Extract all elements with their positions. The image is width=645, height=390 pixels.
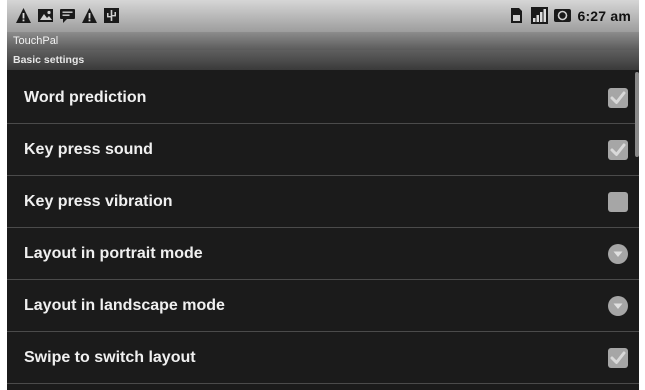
usb-icon bbox=[104, 8, 119, 23]
chevron-down-icon[interactable] bbox=[607, 243, 629, 265]
network-icon bbox=[554, 9, 572, 22]
system-icons: 6:27 am bbox=[508, 7, 631, 24]
settings-list: Word prediction Key press sound Key pres… bbox=[7, 72, 639, 384]
sim-icon bbox=[511, 8, 523, 23]
setting-label: Key press sound bbox=[24, 141, 153, 158]
setting-label: Word prediction bbox=[24, 89, 147, 106]
warning-icon bbox=[82, 8, 97, 23]
setting-label: Swipe to switch layout bbox=[24, 349, 196, 366]
image-icon bbox=[38, 9, 53, 22]
section-header: Basic settings bbox=[7, 50, 639, 70]
setting-label: Layout in portrait mode bbox=[24, 245, 203, 262]
setting-label: Key press vibration bbox=[24, 193, 173, 210]
setting-word-prediction[interactable]: Word prediction bbox=[7, 72, 639, 124]
screen: 6:27 am TouchPal Basic settings Word pre… bbox=[7, 0, 639, 390]
setting-swipe-switch-layout[interactable]: Swipe to switch layout bbox=[7, 332, 639, 384]
setting-layout-landscape[interactable]: Layout in landscape mode bbox=[7, 280, 639, 332]
setting-label: Layout in landscape mode bbox=[24, 297, 225, 314]
warning-icon bbox=[16, 8, 31, 23]
setting-layout-portrait[interactable]: Layout in portrait mode bbox=[7, 228, 639, 280]
status-bar: 6:27 am bbox=[7, 0, 639, 32]
message-icon bbox=[60, 9, 75, 23]
notification-icons bbox=[15, 7, 120, 24]
clock: 6:27 am bbox=[577, 7, 631, 24]
checkbox-checked[interactable] bbox=[607, 87, 629, 109]
signal-icon bbox=[531, 7, 549, 24]
setting-key-press-vibration[interactable]: Key press vibration bbox=[7, 176, 639, 228]
chevron-down-icon[interactable] bbox=[607, 295, 629, 317]
scrollbar[interactable] bbox=[635, 72, 639, 157]
setting-key-press-sound[interactable]: Key press sound bbox=[7, 124, 639, 176]
checkbox-checked[interactable] bbox=[607, 139, 629, 161]
app-title: TouchPal bbox=[7, 32, 639, 50]
checkbox-unchecked[interactable] bbox=[607, 191, 629, 213]
checkbox-checked[interactable] bbox=[607, 347, 629, 369]
